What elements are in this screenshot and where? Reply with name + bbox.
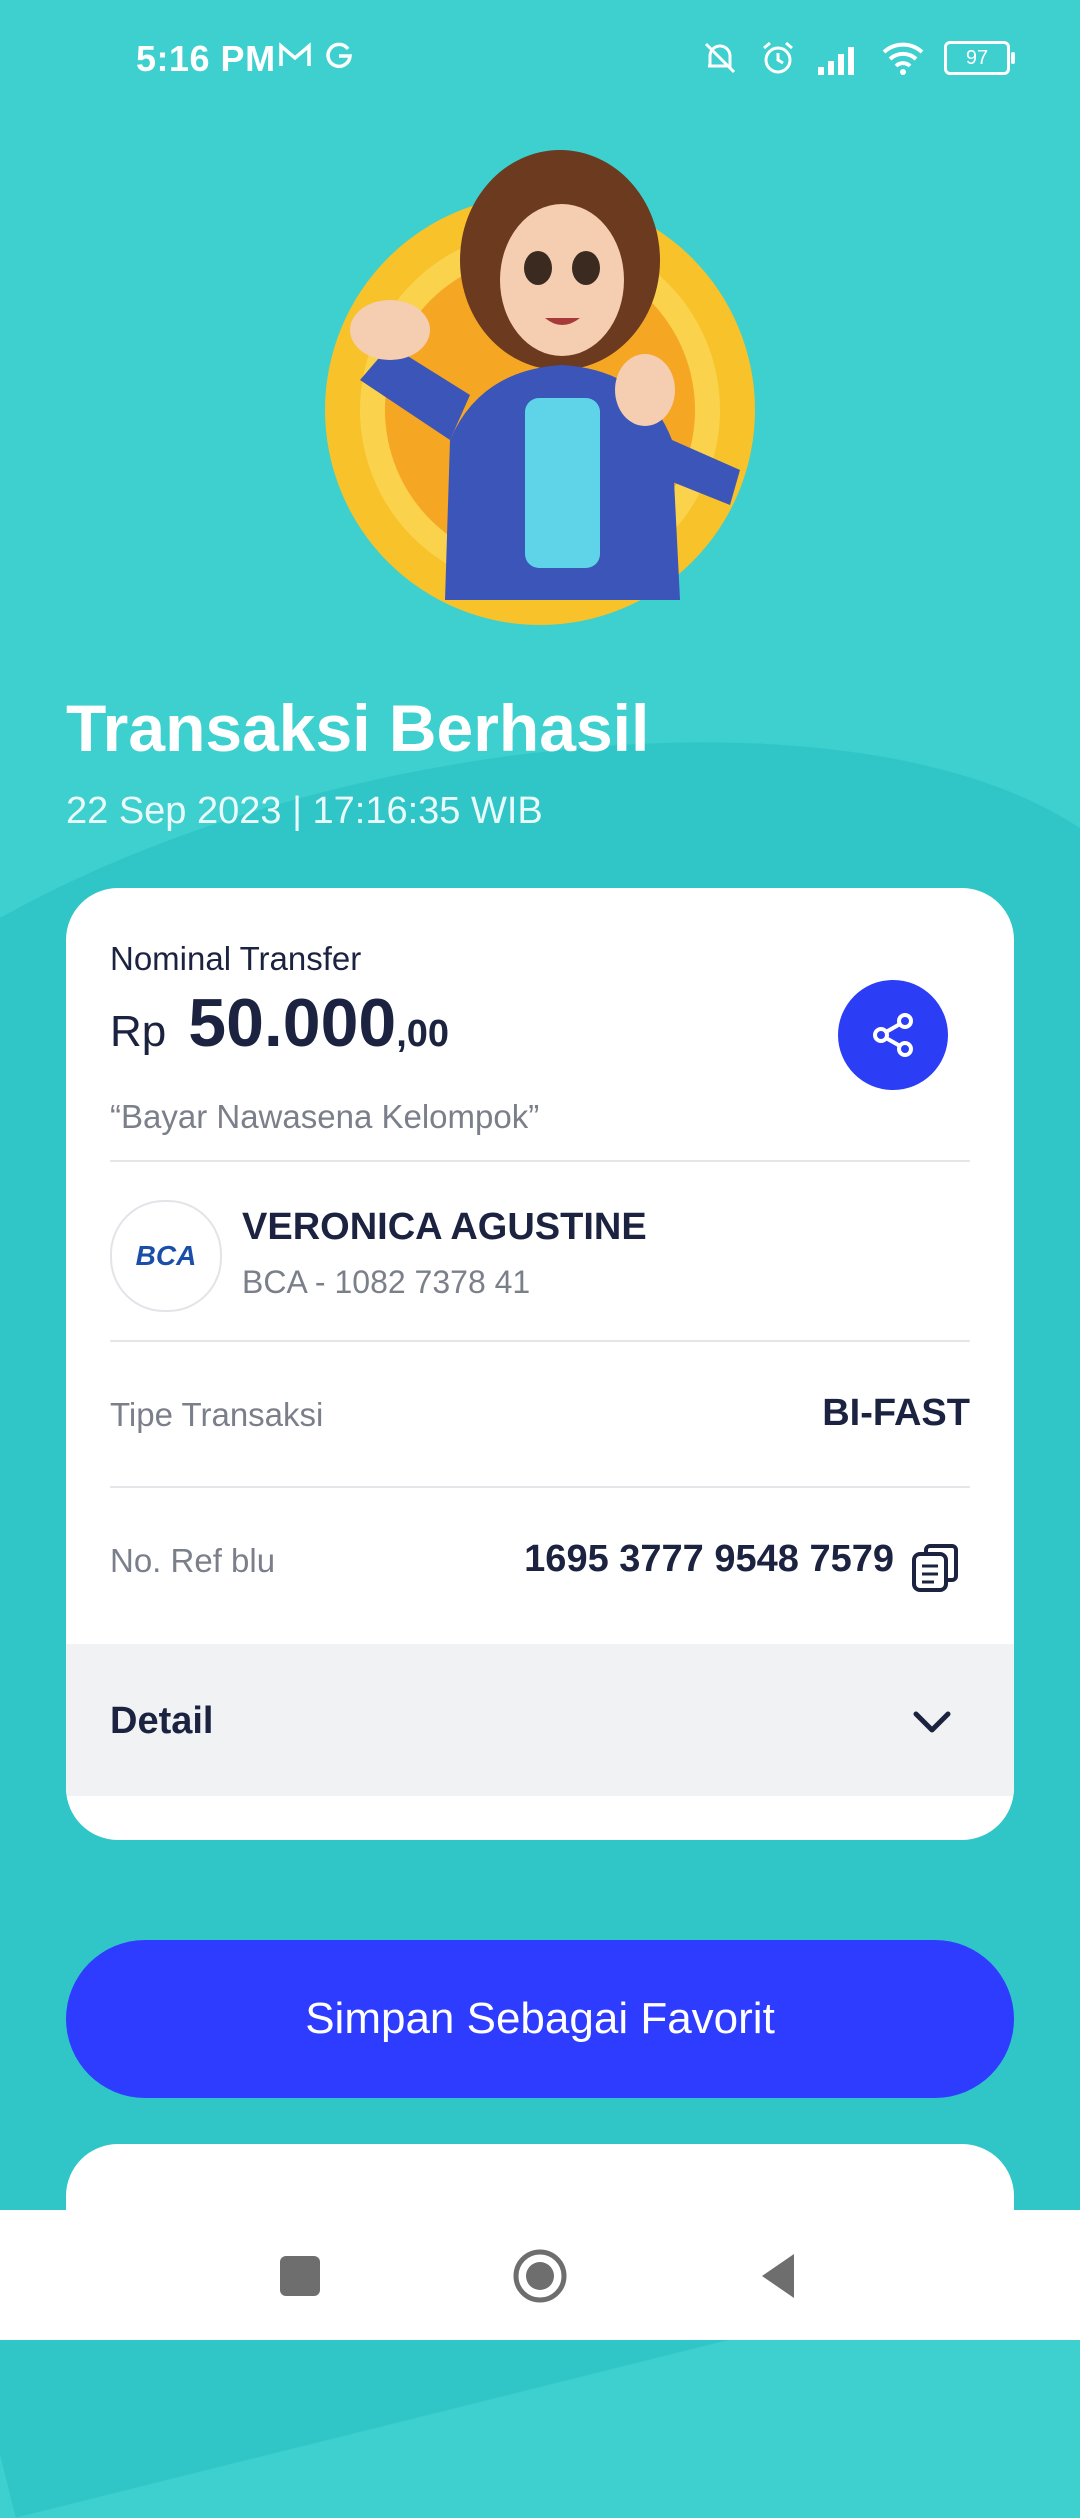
share-icon [873, 1013, 913, 1057]
ref-number-label: No. Ref blu [110, 1542, 276, 1579]
copy-icon[interactable] [908, 1540, 964, 1596]
detail-label: Detail [110, 1700, 214, 1742]
battery-level: 97 [965, 47, 989, 69]
divider [110, 1160, 970, 1162]
receipt-card: Nominal Transfer Rp 50.000 ,00 “Bayar Na… [66, 888, 1014, 1840]
amount: Rp 50.000 ,00 [110, 984, 449, 1062]
amount-cents: ,00 [396, 1013, 450, 1055]
transaction-datetime: 22 Sep 2023 | 17:16:35 WIB [66, 790, 543, 832]
ref-number-value: 1695 3777 9548 7579 [524, 1538, 894, 1580]
status-time: 5:16 PM [136, 38, 276, 79]
amount-label: Nominal Transfer [110, 940, 362, 977]
wifi-icon [882, 42, 924, 75]
mute-icon [704, 42, 736, 74]
gmail-icon [279, 42, 311, 66]
battery-icon: 97 [944, 41, 1015, 75]
save-favorite-button[interactable]: Simpan Sebagai Favorit [66, 1940, 1014, 2098]
status-left-icons [278, 40, 354, 70]
recipient-account: BCA - 1082 7378 41 [242, 1264, 531, 1300]
recipient-name: VERONICA AGUSTINE [242, 1206, 647, 1248]
chevron-down-icon [913, 1711, 951, 1733]
transaction-type-value: BI-FAST [822, 1392, 970, 1434]
page-title: Transaksi Berhasil [66, 691, 650, 765]
transaction-type-label: Tipe Transaksi [110, 1396, 324, 1433]
signal-icon [818, 47, 854, 75]
bank-logo: BCA [110, 1200, 222, 1312]
status-bar: 5:16 PM 97 [0, 0, 1080, 124]
detail-expander[interactable]: Detail [66, 1644, 1014, 1796]
home-icon[interactable] [510, 2246, 570, 2306]
amount-currency: Rp [110, 1007, 167, 1056]
back-icon[interactable] [750, 2246, 810, 2306]
recent-apps-icon[interactable] [270, 2246, 330, 2306]
amount-value: 50.000 [188, 985, 397, 1061]
transfer-note: “Bayar Nawasena Kelompok” [110, 1098, 540, 1135]
system-nav-bar [0, 2210, 1080, 2340]
alarm-icon [763, 41, 793, 74]
bank-logo-text: BCA [135, 1240, 197, 1271]
status-right-icons: 97 [700, 38, 1015, 78]
share-button[interactable] [838, 980, 948, 1090]
success-mascot-illustration [325, 150, 755, 625]
divider [110, 1486, 970, 1488]
g-icon [326, 42, 352, 69]
divider [110, 1340, 970, 1342]
